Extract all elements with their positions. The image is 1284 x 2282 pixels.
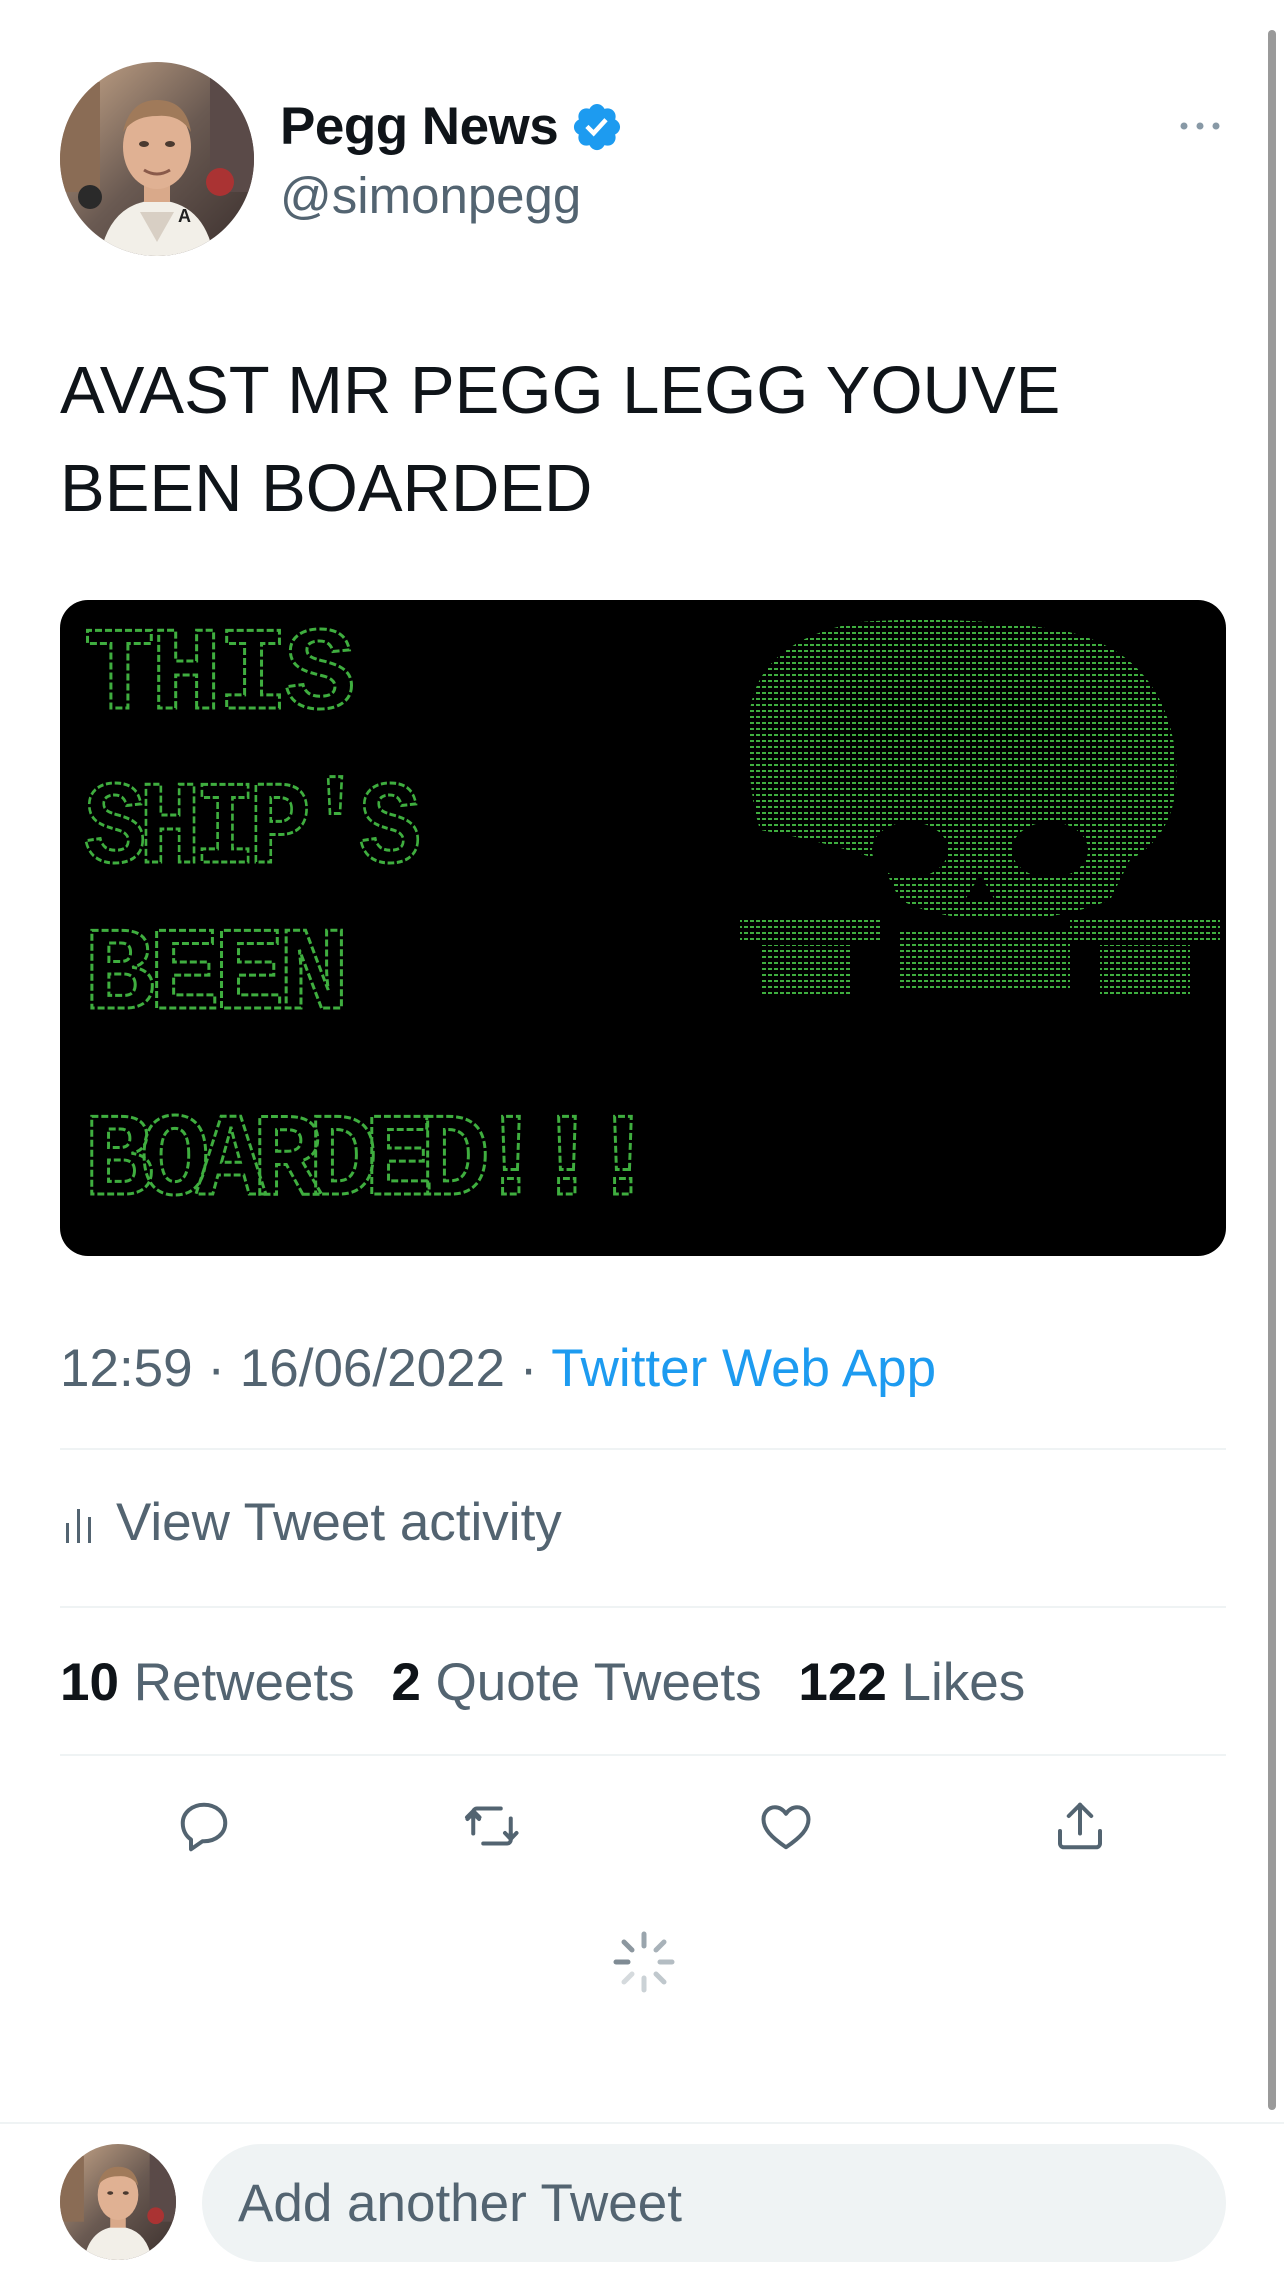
verified-badge-icon (574, 103, 621, 150)
view-tweet-activity-button[interactable]: View Tweet activity (64, 1492, 562, 1553)
tweet-detail-page: A Pegg News @simonpegg AVAST MR PEGG LEG… (0, 0, 1284, 2282)
tweet-text: AVAST MR PEGG LEGG YOUVE BEEN BOARDED (60, 353, 1061, 526)
author-handle[interactable]: @simonpegg (280, 166, 581, 225)
banner-line-2: SHIP'S (84, 765, 419, 898)
tweet-source-link[interactable]: Twitter Web App (551, 1339, 936, 1398)
view-tweet-activity-label: View Tweet activity (116, 1493, 562, 1552)
skull-crossbones-icon (740, 619, 1220, 995)
likes-count: 122 (798, 1653, 887, 1712)
likes-stat[interactable]: 122 Likes (798, 1653, 1025, 1712)
ascii-banner-text: THIS SHIP'S BEEN BOARDED!!! (83, 610, 660, 1232)
retweet-icon[interactable] (462, 1796, 522, 1856)
loading-spinner-icon (613, 1931, 675, 1993)
banner-line-4: BOARDED!!! (84, 1097, 644, 1230)
author-display-name[interactable]: Pegg News (280, 96, 559, 157)
quote-tweets-count: 2 (391, 1653, 421, 1712)
share-icon[interactable] (1050, 1796, 1110, 1856)
likes-label: Likes (901, 1653, 1026, 1712)
tweet-timestamp-line: 12:59 · 16/06/2022 · Twitter Web App (60, 1338, 936, 1399)
tweet-stats: 10 Retweets 2 Quote Tweets 122 Likes (60, 1652, 1025, 1713)
tweet-time[interactable]: 12:59 (60, 1339, 193, 1398)
quote-tweets-label: Quote Tweets (435, 1653, 762, 1712)
tweet-date[interactable]: 16/06/2022 (240, 1339, 505, 1398)
reply-icon[interactable] (174, 1796, 234, 1856)
author-name-row[interactable]: Pegg News (280, 96, 624, 157)
meta-separator: · (207, 1339, 226, 1398)
tweet-media-image[interactable]: THIS SHIP'S BEEN BOARDED!!! (60, 600, 1226, 1256)
like-icon[interactable] (756, 1796, 816, 1856)
author-avatar[interactable]: A (60, 62, 254, 256)
reply-input[interactable]: Add another Tweet (202, 2144, 1226, 2262)
banner-line-1: THIS (84, 611, 352, 744)
svg-text:A: A (178, 206, 191, 226)
divider (60, 1754, 1226, 1756)
current-user-avatar[interactable] (60, 2144, 176, 2260)
meta-separator: · (519, 1339, 538, 1398)
retweets-label: Retweets (133, 1653, 355, 1712)
divider (60, 1606, 1226, 1608)
banner-line-3: BEEN (84, 911, 343, 1044)
retweets-stat[interactable]: 10 Retweets (60, 1653, 355, 1712)
quote-tweets-stat[interactable]: 2 Quote Tweets (391, 1653, 761, 1712)
reply-placeholder: Add another Tweet (238, 2173, 682, 2233)
retweets-count: 10 (60, 1653, 119, 1712)
analytics-icon (66, 1508, 91, 1543)
more-options-icon[interactable] (1176, 108, 1224, 144)
reply-bar-separator (0, 2122, 1284, 2124)
divider (60, 1448, 1226, 1450)
scrollbar[interactable] (1268, 30, 1276, 2110)
